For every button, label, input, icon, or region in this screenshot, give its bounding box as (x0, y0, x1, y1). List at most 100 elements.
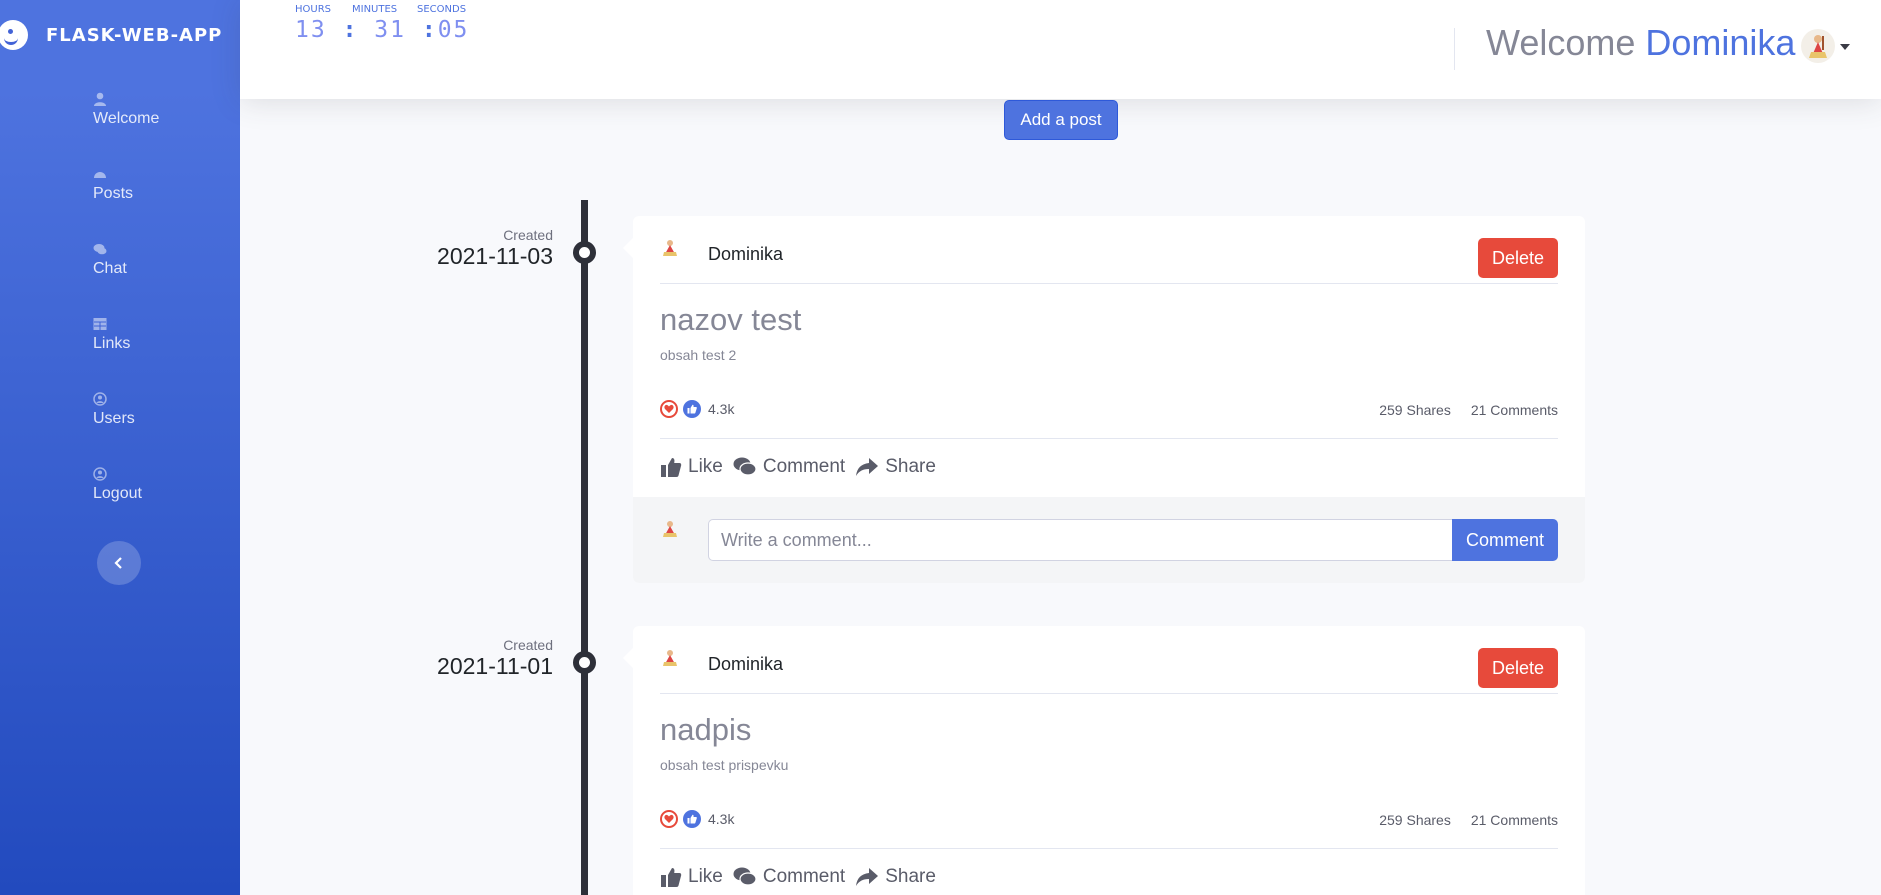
post-stats: 259 Shares 21 Comments (1379, 812, 1558, 828)
reaction-count: 4.3k (708, 811, 735, 827)
post-card: Dominika Delete nazov test obsah test 2 … (623, 216, 1585, 583)
clock-seconds-label: SECONDS (417, 4, 467, 15)
topbar: HOURS MINUTES SECONDS 13 : 31 :05 Welcom… (240, 0, 1881, 99)
comment-action-label: Comment (762, 456, 846, 477)
comment-action-label: Comment (762, 866, 846, 887)
sidebar-toggle-button[interactable] (97, 541, 141, 585)
avatar[interactable] (1800, 28, 1836, 64)
user-icon (94, 92, 106, 106)
sidebar-item-label: Users (93, 410, 135, 427)
post-content: obsah test prispevku (660, 757, 789, 773)
thumbs-up-icon (683, 400, 701, 418)
like-label: Like (688, 456, 723, 477)
heart-icon (660, 400, 678, 418)
sidebar-item-users[interactable]: Users (93, 392, 135, 428)
clock: HOURS MINUTES SECONDS 13 : 31 :05 (295, 4, 469, 43)
brand[interactable]: FLASK-WEB-APP (0, 0, 240, 70)
tachometer-icon (94, 172, 106, 178)
comments-count[interactable]: 21 Comments (1471, 812, 1558, 828)
thumbs-up-icon (683, 810, 701, 828)
post-date: 2021-11-03 (437, 243, 553, 269)
share-label: Share (885, 866, 936, 887)
post-created-label: Created (503, 227, 553, 243)
sidebar: FLASK-WEB-APP Welcome Posts Chat Links U… (0, 0, 240, 895)
user-name: Dominika (1645, 22, 1796, 63)
table-icon (93, 318, 107, 330)
clock-separator: : (421, 17, 438, 43)
shares-count[interactable]: 259 Shares (1379, 812, 1451, 828)
comments-count[interactable]: 21 Comments (1471, 402, 1558, 418)
sidebar-item-posts[interactable]: Posts (93, 167, 133, 203)
topbar-divider (1454, 28, 1455, 70)
post-actions: Like Comment Share (660, 456, 946, 478)
comment-action-button[interactable]: Comment (733, 866, 845, 888)
delete-button[interactable]: Delete (1478, 238, 1558, 278)
chevron-left-icon (114, 557, 122, 569)
add-post-button[interactable]: Add a post (1004, 100, 1118, 140)
share-icon (856, 458, 879, 476)
sidebar-item-welcome[interactable]: Welcome (93, 92, 159, 128)
clock-minutes-label: MINUTES (352, 4, 398, 15)
clock-hours-label: HOURS (295, 4, 332, 15)
thumbs-up-icon (661, 458, 682, 477)
welcome-text: Welcome (1486, 22, 1636, 63)
chevron-down-icon[interactable] (1840, 44, 1850, 50)
post-date: 2021-11-01 (437, 653, 553, 679)
post-actions: Like Comment Share (660, 866, 946, 888)
share-button[interactable]: Share (855, 866, 936, 888)
post-reactions[interactable]: 4.3k (660, 810, 734, 828)
timeline-line (581, 200, 588, 895)
like-button[interactable]: Like (660, 866, 723, 888)
sidebar-item-label: Welcome (93, 110, 160, 127)
post-title: nazov test (660, 302, 802, 337)
post-created-label: Created (503, 637, 553, 653)
shares-count[interactable]: 259 Shares (1379, 402, 1451, 418)
avatar (663, 521, 677, 537)
post-author[interactable]: Dominika (708, 244, 783, 265)
post-title: nadpis (660, 712, 752, 747)
share-icon (856, 868, 879, 886)
post-card: Dominika Delete nadpis obsah test prispe… (623, 626, 1585, 895)
post-reactions[interactable]: 4.3k (660, 400, 734, 418)
avatar (663, 240, 677, 256)
sidebar-item-chat[interactable]: Chat (93, 242, 127, 278)
post-content: obsah test 2 (660, 347, 737, 363)
reaction-count: 4.3k (708, 401, 735, 417)
delete-button[interactable]: Delete (1478, 648, 1558, 688)
clock-seconds: 05 (437, 17, 470, 43)
timeline-dot (573, 241, 596, 264)
comment-input[interactable] (708, 519, 1452, 561)
timeline-dot (573, 651, 596, 674)
clock-hours: 13 (295, 17, 327, 43)
comments-icon (733, 867, 757, 886)
heart-icon (660, 810, 678, 828)
sidebar-item-label: Chat (93, 260, 127, 277)
user-circle-icon (93, 467, 107, 481)
comment-action-button[interactable]: Comment (733, 456, 845, 478)
comments-icon (93, 244, 107, 255)
sidebar-item-label: Posts (93, 185, 134, 202)
like-button[interactable]: Like (660, 456, 723, 478)
divider (660, 438, 1558, 439)
clock-separator: : (342, 17, 359, 43)
user-circle-icon (93, 392, 107, 406)
post-header: Dominika Delete (660, 626, 1558, 694)
comment-form: Comment (633, 497, 1585, 583)
welcome-heading[interactable]: Welcome Dominika (1486, 22, 1795, 64)
comment-submit-button[interactable]: Comment (1452, 519, 1558, 561)
share-button[interactable]: Share (855, 456, 936, 478)
brand-name: FLASK-WEB-APP (46, 24, 223, 46)
post-stats: 259 Shares 21 Comments (1379, 402, 1558, 418)
divider (660, 848, 1558, 849)
sidebar-item-label: Links (93, 335, 131, 352)
clock-minutes: 31 (374, 17, 406, 43)
thumbs-up-icon (661, 868, 682, 887)
comments-icon (733, 457, 757, 476)
post-author[interactable]: Dominika (708, 654, 783, 675)
sidebar-item-logout[interactable]: Logout (93, 467, 142, 503)
sidebar-item-links[interactable]: Links (93, 317, 130, 353)
laugh-wink-icon (0, 20, 28, 50)
post-header: Dominika Delete (660, 216, 1558, 284)
share-label: Share (885, 456, 936, 477)
sidebar-item-label: Logout (93, 485, 142, 502)
